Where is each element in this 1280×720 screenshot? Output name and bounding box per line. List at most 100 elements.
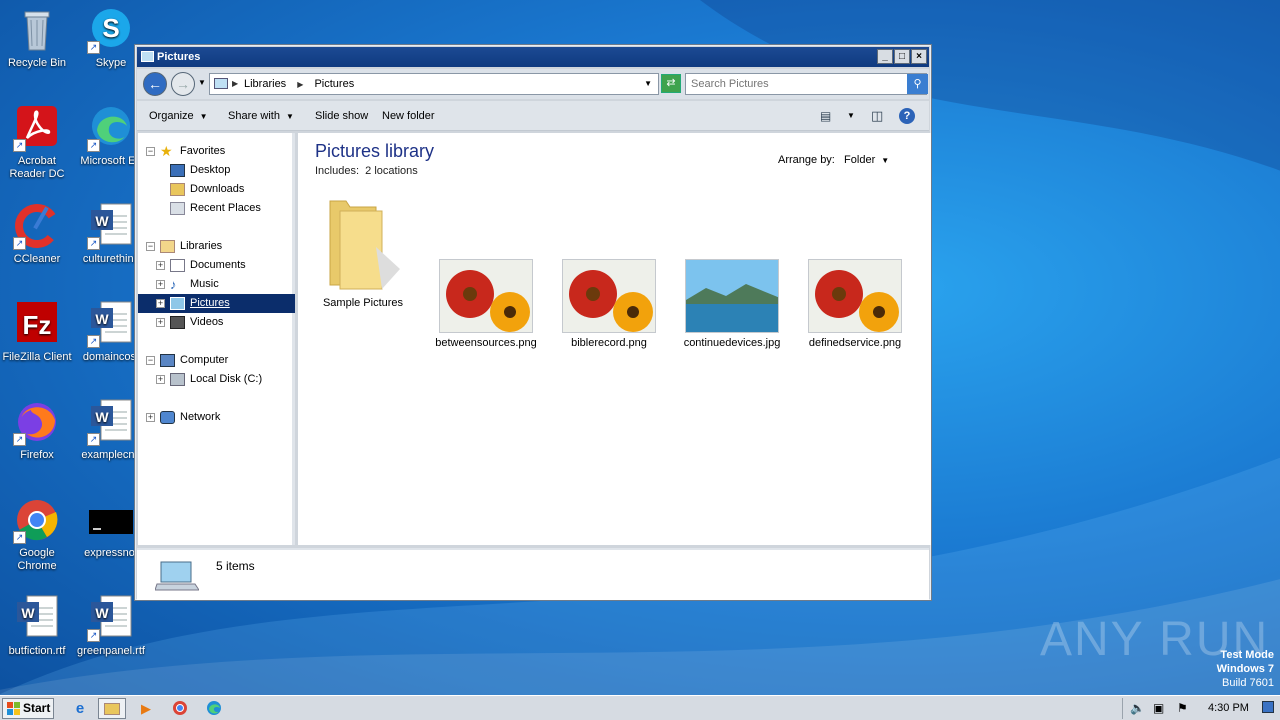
landscape-thumbnail xyxy=(685,259,779,333)
flowers-thumbnail xyxy=(439,259,533,333)
desktop-icon-ccleaner[interactable]: ↗ CCleaner xyxy=(0,202,74,266)
tray-divider xyxy=(1122,698,1123,719)
tree-downloads[interactable]: Downloads xyxy=(170,180,244,199)
flowers-thumbnail xyxy=(562,259,656,333)
chrome-taskbar-icon[interactable] xyxy=(166,698,194,719)
videos-icon xyxy=(170,315,185,329)
edge-taskbar-icon[interactable] xyxy=(200,698,228,719)
expand-icon[interactable]: + xyxy=(156,317,165,327)
svg-text:W: W xyxy=(95,605,109,621)
taskbar: Start e ▶ 🔈 ▣ ⚑ 4:30 PM xyxy=(0,695,1280,720)
file-item-betweensources[interactable]: betweensources.png xyxy=(431,259,541,349)
organize-menu[interactable]: Organize ▼ xyxy=(149,101,208,131)
collapse-icon[interactable]: − xyxy=(146,241,155,251)
address-field[interactable]: ▶ Libraries ▶ Pictures ▼ xyxy=(209,73,659,95)
share-with-label: Share with xyxy=(228,110,280,122)
desktop-icon-recycle-bin[interactable]: Recycle Bin xyxy=(0,6,74,70)
word-doc-icon: W xyxy=(13,594,61,642)
network-tray-icon[interactable]: ▣ xyxy=(1153,698,1164,719)
tree-desktop[interactable]: Desktop xyxy=(170,161,230,180)
svg-text:S: S xyxy=(102,13,119,43)
share-with-menu[interactable]: Share with ▼ xyxy=(228,101,294,131)
tree-videos[interactable]: + Videos xyxy=(156,313,223,332)
desktop-icon-acrobat[interactable]: ↗ Acrobat Reader DC xyxy=(0,104,74,181)
organize-label: Organize xyxy=(149,110,194,122)
preview-pane-icon[interactable]: ◫ xyxy=(871,101,883,131)
tree-network[interactable]: + Network xyxy=(146,408,220,427)
new-folder-button[interactable]: New folder xyxy=(382,101,435,131)
arrange-by-dropdown[interactable]: Folder ▼ xyxy=(844,154,889,166)
expand-icon[interactable]: + xyxy=(156,298,165,308)
hard-drive-icon xyxy=(170,372,185,386)
tree-favorites[interactable]: − ★ Favorites xyxy=(146,142,225,161)
edge-icon: ↗ xyxy=(87,104,135,152)
collapse-icon[interactable]: − xyxy=(146,146,155,156)
tree-pictures[interactable]: + Pictures xyxy=(138,294,295,313)
library-icon xyxy=(214,78,228,89)
desktop-icon-butfiction[interactable]: W butfiction.rtf xyxy=(0,594,74,658)
desktop-icon-chrome[interactable]: ↗ Google Chrome xyxy=(0,496,74,573)
view-options-icon[interactable]: ▤ xyxy=(820,101,831,131)
includes-locations-link[interactable]: 2 locations xyxy=(365,165,418,177)
close-button[interactable]: × xyxy=(911,49,927,64)
documents-icon xyxy=(170,258,185,272)
help-icon[interactable]: ? xyxy=(899,108,915,124)
file-item-biblerecord[interactable]: biblerecord.png xyxy=(554,259,664,349)
search-input[interactable] xyxy=(685,73,927,95)
breadcrumb-pictures[interactable]: Pictures xyxy=(314,78,354,90)
tree-libraries[interactable]: − Libraries xyxy=(146,237,222,256)
expand-icon[interactable]: + xyxy=(156,374,165,384)
tree-music[interactable]: + ♪ Music xyxy=(156,275,219,294)
network-icon xyxy=(160,410,175,424)
word-doc-icon: W ↗ xyxy=(87,202,135,250)
start-button[interactable]: Start xyxy=(2,698,54,719)
breadcrumb-libraries[interactable]: Libraries xyxy=(244,78,286,90)
firefox-icon: ↗ xyxy=(13,398,61,446)
desktop-icon-filezilla[interactable]: Fz FileZilla Client xyxy=(0,300,74,364)
desktop-icon-firefox[interactable]: ↗ Firefox xyxy=(0,398,74,462)
acrobat-icon: ↗ xyxy=(13,104,61,152)
action-center-flag-icon[interactable]: ⚑ xyxy=(1177,698,1188,719)
tree-documents[interactable]: + Documents xyxy=(156,256,246,275)
volume-icon[interactable]: 🔈 xyxy=(1130,698,1145,719)
internet-explorer-taskbar-icon[interactable]: e xyxy=(66,698,94,719)
desktop-icon-greenpanel[interactable]: W ↗ greenpanel.rtf xyxy=(74,594,148,658)
forward-button[interactable]: → xyxy=(171,72,195,96)
explorer-taskbar-icon[interactable] xyxy=(98,698,126,719)
recent-pages-chevron-icon[interactable]: ▼ xyxy=(198,78,206,87)
skype-icon: S ↗ xyxy=(87,6,135,54)
recent-places-icon xyxy=(170,201,185,215)
expand-icon[interactable]: + xyxy=(156,279,165,289)
slide-show-button[interactable]: Slide show xyxy=(315,101,368,131)
address-dropdown-icon[interactable]: ▼ xyxy=(644,74,652,94)
test-mode-notice: Test Mode Windows 7 Build 7601 xyxy=(1216,649,1274,689)
window-titlebar[interactable]: Pictures _ □ × xyxy=(137,47,929,67)
search-icon[interactable]: ⚲ xyxy=(907,74,928,94)
maximize-button[interactable]: □ xyxy=(894,49,910,64)
file-item-sample-pictures[interactable]: Sample Pictures xyxy=(308,197,418,309)
clock[interactable]: 4:30 PM xyxy=(1208,698,1249,719)
tree-recent-places[interactable]: Recent Places xyxy=(170,199,261,218)
breadcrumb-chevron-icon[interactable]: ▶ xyxy=(297,80,303,89)
view-dropdown-icon[interactable]: ▼ xyxy=(847,101,855,131)
library-includes: Includes: 2 locations xyxy=(315,165,418,177)
downloads-folder-icon xyxy=(170,182,185,196)
tree-computer[interactable]: − Computer xyxy=(146,351,228,370)
items-count: 5 items xyxy=(216,559,255,573)
refresh-button[interactable]: ⇄ xyxy=(661,74,681,93)
svg-text:W: W xyxy=(95,409,109,425)
collapse-icon[interactable]: − xyxy=(146,355,155,365)
details-pane: 5 items xyxy=(137,548,929,600)
minimize-button[interactable]: _ xyxy=(877,49,893,64)
file-item-definedservice[interactable]: definedservice.png xyxy=(800,259,910,349)
tree-local-disk[interactable]: + Local Disk (C:) xyxy=(156,370,262,389)
expand-icon[interactable]: + xyxy=(146,412,155,422)
console-icon xyxy=(87,496,135,544)
file-item-continuedevices[interactable]: continuedevices.jpg xyxy=(677,259,787,349)
arrange-by: Arrange by: Folder ▼ xyxy=(778,154,890,166)
media-player-taskbar-icon[interactable]: ▶ xyxy=(132,698,160,719)
flowers-thumbnail xyxy=(808,259,902,333)
expand-icon[interactable]: + xyxy=(156,260,165,270)
back-button[interactable]: ← xyxy=(143,72,167,96)
show-desktop-button[interactable] xyxy=(1262,701,1274,713)
